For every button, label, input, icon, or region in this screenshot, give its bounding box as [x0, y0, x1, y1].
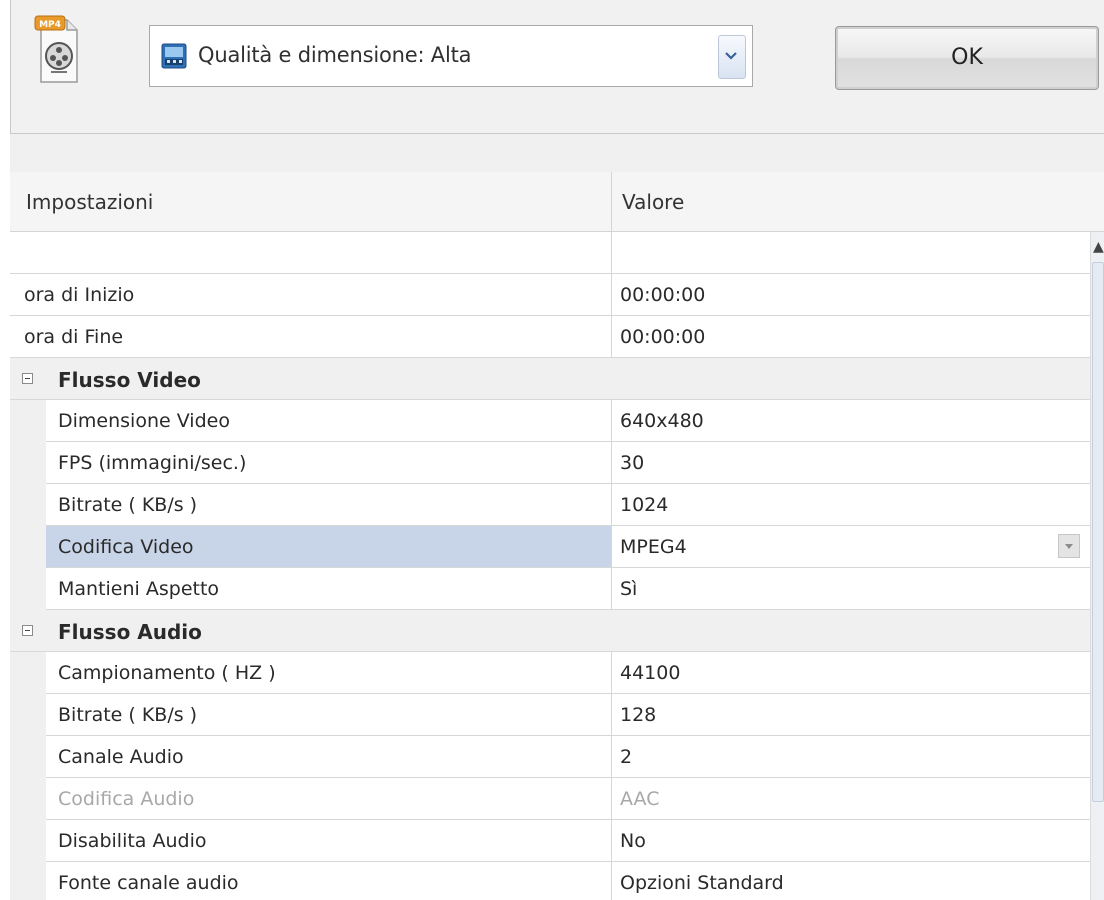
scroll-thumb[interactable]	[1092, 262, 1104, 802]
table-row-end-time[interactable]: ora di Fine 00:00:00	[10, 316, 1090, 358]
table-row-video-size[interactable]: Dimensione Video 640x480	[10, 400, 1090, 442]
row-name: Campionamento ( HZ )	[58, 662, 276, 684]
film-icon	[160, 42, 188, 70]
row-name: ora di Fine	[24, 326, 124, 348]
grid-rows: ora di Inizio 00:00:00 ora di Fine 00:00…	[10, 232, 1090, 900]
group-label: Flusso Video	[58, 368, 201, 392]
group-label: Flusso Audio	[58, 620, 202, 644]
table-row-fps[interactable]: FPS (immagini/sec.) 30	[10, 442, 1090, 484]
table-row-keep-aspect[interactable]: Mantieni Aspetto Sì	[10, 568, 1090, 610]
row-name: FPS (immagini/sec.)	[58, 452, 247, 474]
row-value[interactable]: Opzioni Standard	[620, 872, 784, 894]
row-name: ora di Inizio	[24, 284, 135, 306]
dropdown-arrow-button[interactable]	[718, 35, 746, 79]
table-row-empty[interactable]	[10, 232, 1090, 274]
row-name: Fonte canale audio	[58, 872, 239, 894]
header-divider	[611, 172, 612, 232]
row-value: AAC	[620, 788, 660, 810]
row-name: Bitrate ( KB/s )	[58, 494, 198, 516]
row-name: Canale Audio	[58, 746, 184, 768]
collapse-icon[interactable]	[22, 625, 33, 636]
value-dropdown-button[interactable]	[1058, 534, 1080, 558]
group-row-video-stream[interactable]: Flusso Video	[10, 358, 1090, 400]
vertical-scrollbar[interactable]: ▲	[1090, 232, 1104, 900]
table-row-sample-rate[interactable]: Campionamento ( HZ ) 44100	[10, 652, 1090, 694]
settings-grid: Impostazioni Valore ora di Inizio 00:00:…	[10, 172, 1104, 900]
table-row-start-time[interactable]: ora di Inizio 00:00:00	[10, 274, 1090, 316]
toolbar-spacer	[10, 134, 1104, 173]
group-row-audio-stream[interactable]: Flusso Audio	[10, 610, 1090, 652]
row-value[interactable]: 128	[620, 704, 656, 726]
row-name: Disabilita Audio	[58, 830, 207, 852]
table-row-disable-audio[interactable]: Disabilita Audio No	[10, 820, 1090, 862]
scroll-up-icon[interactable]: ▲	[1093, 240, 1104, 254]
row-name: Mantieni Aspetto	[58, 578, 220, 600]
table-row-audio-bitrate[interactable]: Bitrate ( KB/s ) 128	[10, 694, 1090, 736]
row-value[interactable]: 640x480	[620, 410, 704, 432]
mp4-label: MP4	[39, 20, 61, 30]
table-row-audio-source[interactable]: Fonte canale audio Opzioni Standard	[10, 862, 1090, 900]
row-value[interactable]: 00:00:00	[620, 284, 705, 306]
collapse-icon[interactable]	[22, 373, 33, 384]
chevron-down-icon	[725, 52, 737, 60]
row-name: Bitrate ( KB/s )	[58, 704, 198, 726]
row-name: Codifica Audio	[58, 788, 195, 810]
row-value[interactable]: 30	[620, 452, 644, 474]
row-name: Codifica Video	[58, 536, 194, 558]
row-value[interactable]: 44100	[620, 662, 680, 684]
table-row-video-bitrate[interactable]: Bitrate ( KB/s ) 1024	[10, 484, 1090, 526]
mp4-file-icon: MP4	[33, 6, 85, 92]
table-row-video-codec[interactable]: Codifica Video MPEG4	[10, 526, 1090, 568]
table-row-audio-codec: Codifica Audio AAC	[10, 778, 1090, 820]
column-header-valore[interactable]: Valore	[622, 190, 684, 214]
table-row-audio-channel[interactable]: Canale Audio 2	[10, 736, 1090, 778]
row-value[interactable]: No	[620, 830, 646, 852]
row-value[interactable]: MPEG4	[620, 536, 687, 558]
row-value[interactable]: 1024	[620, 494, 668, 516]
toolbar: MP4 Qualità e dimensione: Alta OK	[10, 0, 1104, 134]
ok-button[interactable]: OK	[835, 26, 1099, 90]
row-value[interactable]: 2	[620, 746, 632, 768]
quality-select-value: Qualità e dimensione: Alta	[198, 43, 472, 67]
quality-select[interactable]: Qualità e dimensione: Alta	[149, 25, 753, 87]
row-value[interactable]: 00:00:00	[620, 326, 705, 348]
row-value[interactable]: Sì	[620, 578, 637, 600]
row-name: Dimensione Video	[58, 410, 230, 432]
column-header-impostazioni[interactable]: Impostazioni	[26, 190, 153, 214]
grid-header: Impostazioni Valore	[10, 172, 1104, 232]
